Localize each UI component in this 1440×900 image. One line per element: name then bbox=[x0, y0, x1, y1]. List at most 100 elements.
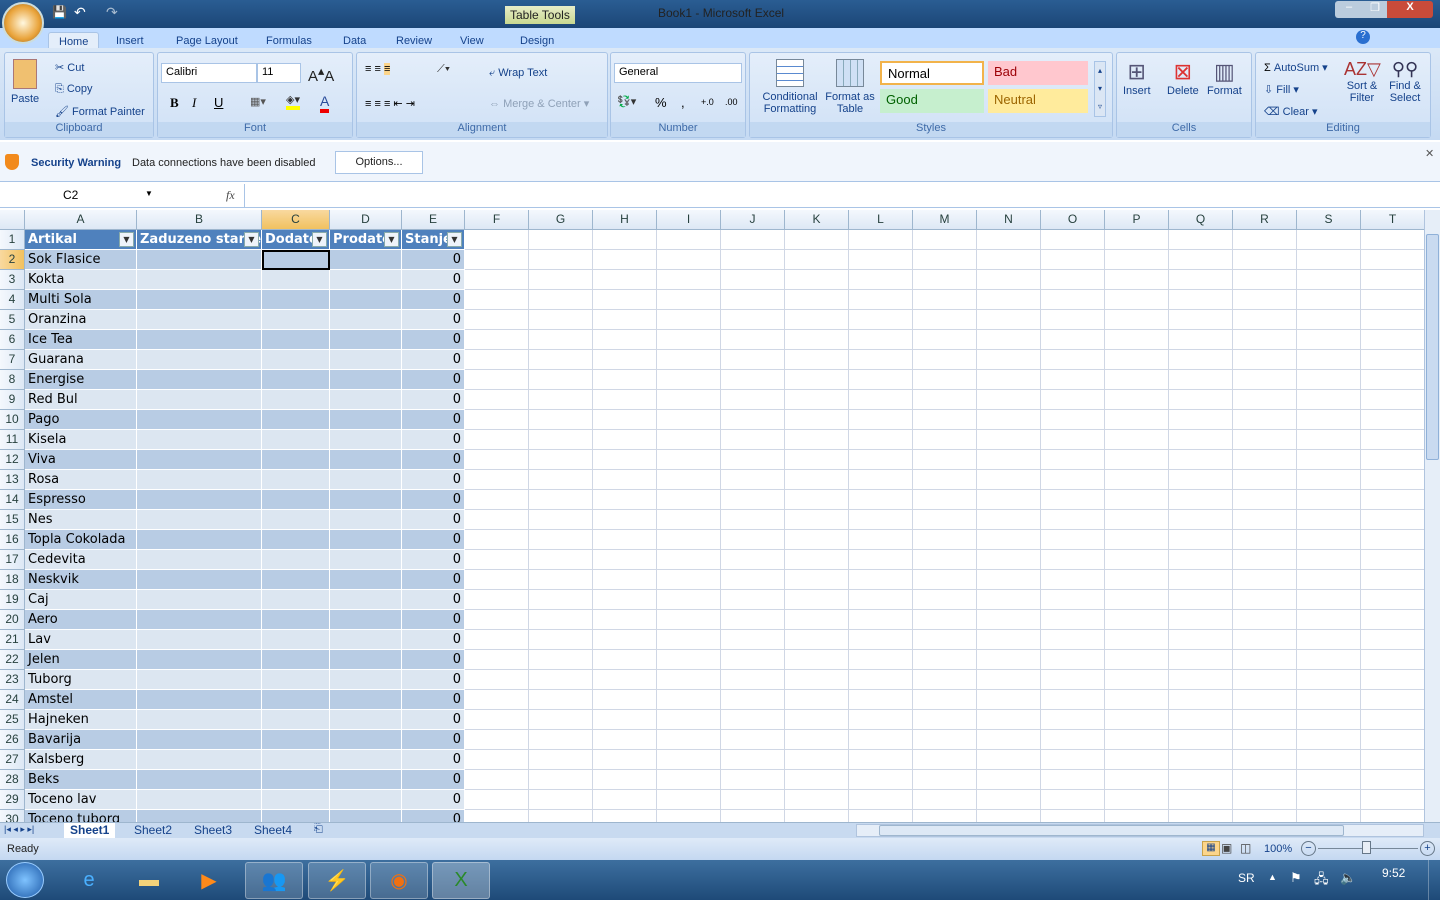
cell[interactable] bbox=[1105, 530, 1169, 550]
cell[interactable] bbox=[465, 710, 529, 730]
cell[interactable] bbox=[849, 410, 913, 430]
cell[interactable] bbox=[1297, 350, 1361, 370]
align-left-icon[interactable]: ≡ ≡ ≡ ⇤ ⇥ bbox=[365, 97, 415, 110]
cell[interactable] bbox=[465, 270, 529, 290]
cell[interactable] bbox=[1233, 450, 1297, 470]
row-header[interactable]: 12 bbox=[0, 450, 25, 470]
table-cell[interactable]: 0 bbox=[402, 550, 465, 570]
table-cell[interactable]: 0 bbox=[402, 790, 465, 810]
table-cell[interactable] bbox=[137, 390, 262, 410]
sheet-nav-icon[interactable]: |◂ ◂ ▸ ▸| bbox=[4, 824, 34, 835]
cell[interactable] bbox=[529, 630, 593, 650]
cell[interactable] bbox=[529, 790, 593, 810]
cell[interactable] bbox=[1297, 470, 1361, 490]
table-cell[interactable] bbox=[262, 790, 330, 810]
table-cell[interactable] bbox=[137, 730, 262, 750]
cell[interactable] bbox=[1297, 310, 1361, 330]
cell[interactable] bbox=[913, 250, 977, 270]
cell[interactable] bbox=[1361, 310, 1424, 330]
cell[interactable] bbox=[849, 550, 913, 570]
table-cell[interactable] bbox=[262, 570, 330, 590]
table-cell[interactable] bbox=[137, 670, 262, 690]
cell[interactable] bbox=[785, 610, 849, 630]
cell[interactable] bbox=[1297, 510, 1361, 530]
table-cell[interactable]: 0 bbox=[402, 390, 465, 410]
cell[interactable] bbox=[721, 450, 785, 470]
cell[interactable] bbox=[1361, 690, 1424, 710]
cell[interactable] bbox=[657, 330, 721, 350]
cell[interactable] bbox=[1297, 370, 1361, 390]
row-header[interactable]: 8 bbox=[0, 370, 25, 390]
cell[interactable] bbox=[1233, 350, 1297, 370]
cell[interactable] bbox=[1169, 310, 1233, 330]
table-cell[interactable] bbox=[262, 270, 330, 290]
cell[interactable] bbox=[1233, 570, 1297, 590]
table-cell[interactable] bbox=[262, 310, 330, 330]
cell[interactable] bbox=[1169, 250, 1233, 270]
cell[interactable] bbox=[657, 610, 721, 630]
cell[interactable] bbox=[529, 250, 593, 270]
cell[interactable] bbox=[1041, 290, 1105, 310]
table-cell[interactable] bbox=[330, 270, 402, 290]
format-as-table-button[interactable]: Format as Table bbox=[824, 59, 876, 115]
cell[interactable] bbox=[977, 790, 1041, 810]
underline-button[interactable]: U bbox=[214, 95, 223, 110]
cell[interactable] bbox=[1233, 470, 1297, 490]
column-header-S[interactable]: S bbox=[1297, 210, 1361, 230]
conditional-formatting-button[interactable]: Conditional Formatting bbox=[756, 59, 824, 115]
cell[interactable] bbox=[1105, 670, 1169, 690]
cell[interactable] bbox=[1041, 670, 1105, 690]
cell[interactable] bbox=[785, 350, 849, 370]
show-hidden-icons[interactable]: ▲ bbox=[1268, 872, 1277, 882]
cell[interactable] bbox=[657, 450, 721, 470]
cell[interactable] bbox=[977, 810, 1041, 822]
table-cell[interactable] bbox=[330, 790, 402, 810]
cell[interactable] bbox=[721, 710, 785, 730]
cell[interactable] bbox=[849, 310, 913, 330]
table-cell[interactable] bbox=[137, 750, 262, 770]
zoom-in-icon[interactable]: + bbox=[1420, 841, 1435, 856]
cell[interactable] bbox=[1041, 730, 1105, 750]
cell[interactable] bbox=[1233, 410, 1297, 430]
cell[interactable] bbox=[849, 770, 913, 790]
help-icon[interactable]: ? bbox=[1356, 30, 1370, 44]
office-button[interactable] bbox=[2, 2, 44, 44]
cell[interactable] bbox=[1105, 710, 1169, 730]
style-neutral[interactable]: Neutral bbox=[988, 89, 1088, 113]
cell[interactable] bbox=[785, 230, 849, 250]
cell[interactable] bbox=[849, 610, 913, 630]
style-good[interactable]: Good bbox=[880, 89, 984, 113]
cell[interactable] bbox=[593, 330, 657, 350]
cell[interactable] bbox=[593, 770, 657, 790]
cell[interactable] bbox=[1297, 590, 1361, 610]
table-cell[interactable]: Beks bbox=[25, 770, 137, 790]
table-cell[interactable] bbox=[137, 270, 262, 290]
cell[interactable] bbox=[785, 250, 849, 270]
table-cell[interactable] bbox=[330, 290, 402, 310]
cell[interactable] bbox=[1361, 650, 1424, 670]
cell[interactable] bbox=[1041, 450, 1105, 470]
cell[interactable] bbox=[657, 290, 721, 310]
cell[interactable] bbox=[529, 450, 593, 470]
row-header[interactable]: 7 bbox=[0, 350, 25, 370]
cell[interactable] bbox=[977, 470, 1041, 490]
cell[interactable] bbox=[849, 790, 913, 810]
vertical-scroll-thumb[interactable] bbox=[1426, 234, 1439, 460]
page-layout-view-icon[interactable]: ▣ bbox=[1221, 841, 1232, 855]
vertical-scrollbar[interactable] bbox=[1424, 210, 1440, 822]
start-button[interactable] bbox=[6, 862, 44, 898]
cell[interactable] bbox=[1233, 490, 1297, 510]
cell[interactable] bbox=[913, 290, 977, 310]
cell[interactable] bbox=[785, 690, 849, 710]
cell[interactable] bbox=[1297, 230, 1361, 250]
table-cell[interactable] bbox=[137, 450, 262, 470]
cell[interactable] bbox=[1105, 810, 1169, 822]
table-cell[interactable] bbox=[330, 810, 402, 822]
sort-filter-button[interactable]: AZ▽ Sort & Filter bbox=[1344, 59, 1381, 104]
table-cell[interactable] bbox=[137, 630, 262, 650]
cell[interactable] bbox=[913, 650, 977, 670]
cell[interactable] bbox=[465, 810, 529, 822]
column-header-G[interactable]: G bbox=[529, 210, 593, 230]
cell[interactable] bbox=[913, 450, 977, 470]
cell[interactable] bbox=[1105, 330, 1169, 350]
